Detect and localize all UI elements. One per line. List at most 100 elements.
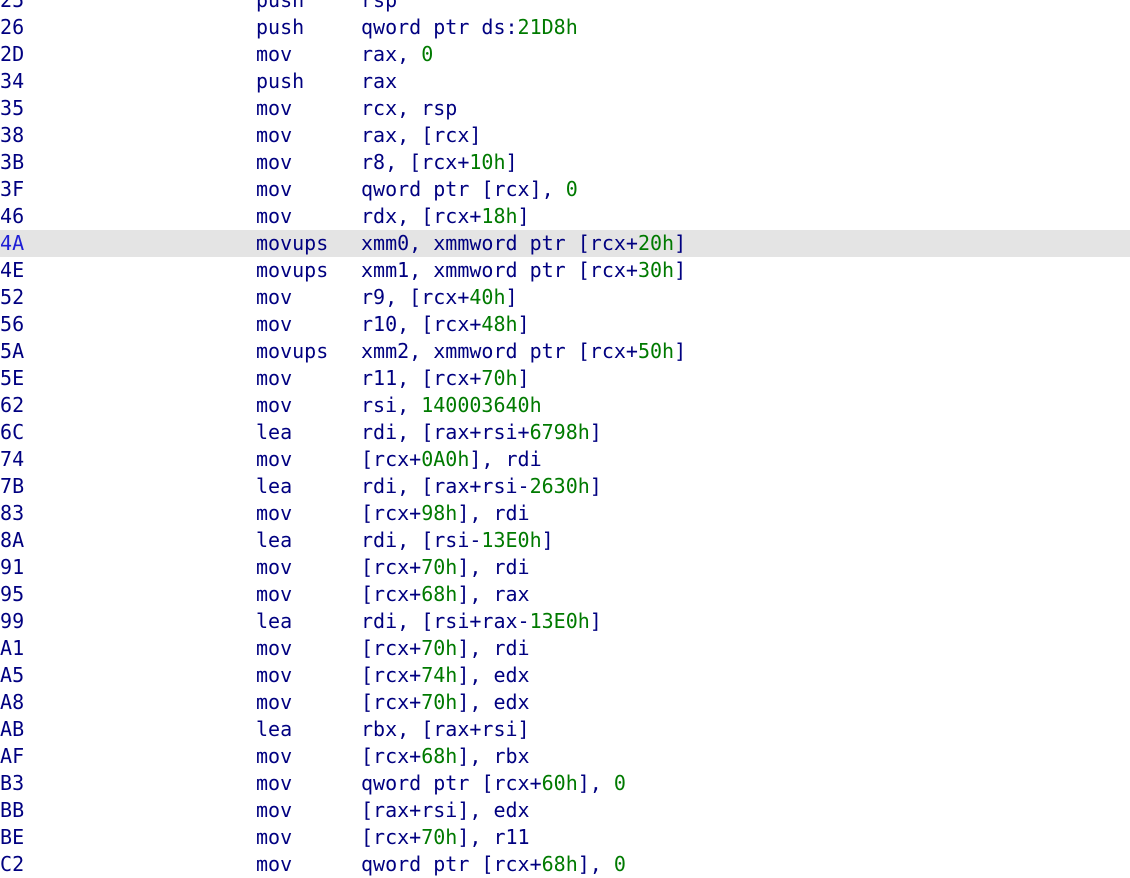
mnemonic: movups bbox=[256, 258, 329, 282]
instruction-row[interactable]: 05A movups xmm2, xmmword ptr [rcx+50h] bbox=[0, 338, 1130, 365]
mnemonic: lea bbox=[256, 717, 293, 741]
operand-text: ] bbox=[674, 339, 687, 363]
mnemonic: push bbox=[256, 0, 305, 12]
address-label: 04A bbox=[0, 231, 25, 255]
address-label: 0AB bbox=[0, 717, 25, 741]
operand-text: r11, [rcx+ bbox=[361, 366, 482, 390]
instruction-row[interactable]: 046 mov rdx, [rcx+18h] bbox=[0, 203, 1130, 230]
operands: rcx, rsp bbox=[361, 95, 457, 122]
instruction-row[interactable]: 0AF mov [rcx+68h], rbx bbox=[0, 743, 1130, 770]
address-label: 04E bbox=[0, 258, 25, 282]
operands: qword ptr [rcx+60h], 0 bbox=[361, 770, 626, 797]
address-label: 091 bbox=[0, 555, 25, 579]
instruction-row[interactable]: 074 mov [rcx+0A0h], rdi bbox=[0, 446, 1130, 473]
instruction-row[interactable]: 038 mov rax, [rcx] bbox=[0, 122, 1130, 149]
immediate-value: 40h bbox=[469, 285, 506, 309]
instruction-row[interactable]: 025 push rsp bbox=[0, 0, 1130, 14]
instruction-row[interactable]: 05E mov r11, [rcx+70h] bbox=[0, 365, 1130, 392]
operand-text: rdi, [rax+rsi+ bbox=[361, 420, 530, 444]
operand-text: ] bbox=[589, 474, 602, 498]
operand-text: ] bbox=[505, 285, 518, 309]
operand-text: [rcx+ bbox=[361, 555, 422, 579]
instruction-row[interactable]: 03F mov qword ptr [rcx], 0 bbox=[0, 176, 1130, 203]
address-label: 099 bbox=[0, 609, 25, 633]
instruction-row[interactable]: 052 mov r9, [rcx+40h] bbox=[0, 284, 1130, 311]
mnemonic: lea bbox=[256, 420, 293, 444]
instruction-row[interactable]: 08A lea rdi, [rsi-13E0h] bbox=[0, 527, 1130, 554]
operand-text: qword ptr ds: bbox=[361, 15, 518, 39]
immediate-value: 70h bbox=[421, 555, 458, 579]
operand-text: rcx, rsp bbox=[361, 96, 458, 120]
instruction-row[interactable]: 026 push qword ptr ds:21D8h bbox=[0, 14, 1130, 41]
instruction-row[interactable]: 083 mov [rcx+98h], rdi bbox=[0, 500, 1130, 527]
instruction-row[interactable]: 095 mov [rcx+68h], rax bbox=[0, 581, 1130, 608]
operand-text: ] bbox=[589, 420, 602, 444]
operands: rdi, [rsi-13E0h] bbox=[361, 527, 554, 554]
operand-text: ], rdi bbox=[457, 555, 530, 579]
address-label: 095 bbox=[0, 582, 25, 606]
immediate-value: 70h bbox=[481, 366, 518, 390]
instruction-row[interactable]: 07B lea rdi, [rax+rsi-2630h] bbox=[0, 473, 1130, 500]
operands: rsi, 140003640h bbox=[361, 392, 542, 419]
operand-text: ] bbox=[517, 312, 530, 336]
operands: r10, [rcx+48h] bbox=[361, 311, 530, 338]
instruction-row[interactable]: 035 mov rcx, rsp bbox=[0, 95, 1130, 122]
immediate-value: 48h bbox=[481, 312, 518, 336]
instruction-row[interactable]: 03B mov r8, [rcx+10h] bbox=[0, 149, 1130, 176]
mnemonic: lea bbox=[256, 474, 293, 498]
instruction-row[interactable]: 0BE mov [rcx+70h], r11 bbox=[0, 824, 1130, 851]
mnemonic: lea bbox=[256, 528, 293, 552]
instruction-row[interactable]: 062 mov rsi, 140003640h bbox=[0, 392, 1130, 419]
immediate-value: 0 bbox=[565, 177, 578, 201]
instruction-row[interactable]: 091 mov [rcx+70h], rdi bbox=[0, 554, 1130, 581]
operands: qword ptr [rcx], 0 bbox=[361, 176, 578, 203]
address-label: 07B bbox=[0, 474, 25, 498]
instruction-row[interactable]: 0A8 mov [rcx+70h], edx bbox=[0, 689, 1130, 716]
operand-text: rbx, [rax+rsi] bbox=[361, 717, 530, 741]
operands: rdi, [rax+rsi-2630h] bbox=[361, 473, 602, 500]
address-label: 0A5 bbox=[0, 663, 25, 687]
address-label: 03B bbox=[0, 150, 25, 174]
immediate-value: 2630h bbox=[529, 474, 590, 498]
address-label: 062 bbox=[0, 393, 25, 417]
instruction-row[interactable]: 0B3 mov qword ptr [rcx+60h], 0 bbox=[0, 770, 1130, 797]
instruction-row[interactable]: 0A5 mov [rcx+74h], edx bbox=[0, 662, 1130, 689]
instruction-row[interactable]: 06C lea rdi, [rax+rsi+6798h] bbox=[0, 419, 1130, 446]
immediate-value: 13E0h bbox=[481, 528, 542, 552]
operand-text: ], edx bbox=[457, 663, 530, 687]
instruction-row[interactable]: 0A1 mov [rcx+70h], rdi bbox=[0, 635, 1130, 662]
operands: rax bbox=[361, 68, 397, 95]
operand-text: ], rdi bbox=[469, 447, 542, 471]
operand-text: rdi, [rax+rsi- bbox=[361, 474, 530, 498]
mnemonic: mov bbox=[256, 744, 293, 768]
disassembly-listing[interactable]: 025 push rsp 026 push qword ptr ds:21D8h 02D mo… bbox=[0, 0, 1130, 878]
mnemonic: lea bbox=[256, 609, 293, 633]
operands: xmm1, xmmword ptr [rcx+30h] bbox=[361, 257, 686, 284]
mnemonic: mov bbox=[256, 852, 293, 876]
instruction-row[interactable]: 04E movups xmm1, xmmword ptr [rcx+30h] bbox=[0, 257, 1130, 284]
instruction-row[interactable]: 099 lea rdi, [rsi+rax-13E0h] bbox=[0, 608, 1130, 635]
address-label: 056 bbox=[0, 312, 25, 336]
operand-text: ] bbox=[589, 609, 602, 633]
instruction-row[interactable]: 0BB mov [rax+rsi], edx bbox=[0, 797, 1130, 824]
immediate-value: 74h bbox=[421, 663, 458, 687]
operand-text: xmm1, xmmword ptr [rcx+ bbox=[361, 258, 638, 282]
address-label: 0BE bbox=[0, 825, 25, 849]
address-label: 03F bbox=[0, 177, 25, 201]
address-label: 046 bbox=[0, 204, 25, 228]
operand-text: qword ptr [rcx+ bbox=[361, 771, 542, 795]
address-label: 038 bbox=[0, 123, 25, 147]
operands: qword ptr ds:21D8h bbox=[361, 14, 578, 41]
instruction-row[interactable]: 056 mov r10, [rcx+48h] bbox=[0, 311, 1130, 338]
address-label: 0BB bbox=[0, 798, 25, 822]
instruction-row[interactable]: 034 push rax bbox=[0, 68, 1130, 95]
instruction-row[interactable]: 02D mov rax, 0 bbox=[0, 41, 1130, 68]
instruction-row[interactable]: 0C2 mov qword ptr [rcx+68h], 0 bbox=[0, 851, 1130, 878]
selected-instruction-row[interactable]: 04A movups xmm0, xmmword ptr [rcx+20h] bbox=[0, 230, 1130, 257]
operand-text: ] bbox=[674, 231, 687, 255]
operand-text: ] bbox=[517, 204, 530, 228]
mnemonic: mov bbox=[256, 42, 293, 66]
immediate-value: 0A0h bbox=[421, 447, 470, 471]
instruction-row[interactable]: 0AB lea rbx, [rax+rsi] bbox=[0, 716, 1130, 743]
mnemonic: mov bbox=[256, 123, 293, 147]
